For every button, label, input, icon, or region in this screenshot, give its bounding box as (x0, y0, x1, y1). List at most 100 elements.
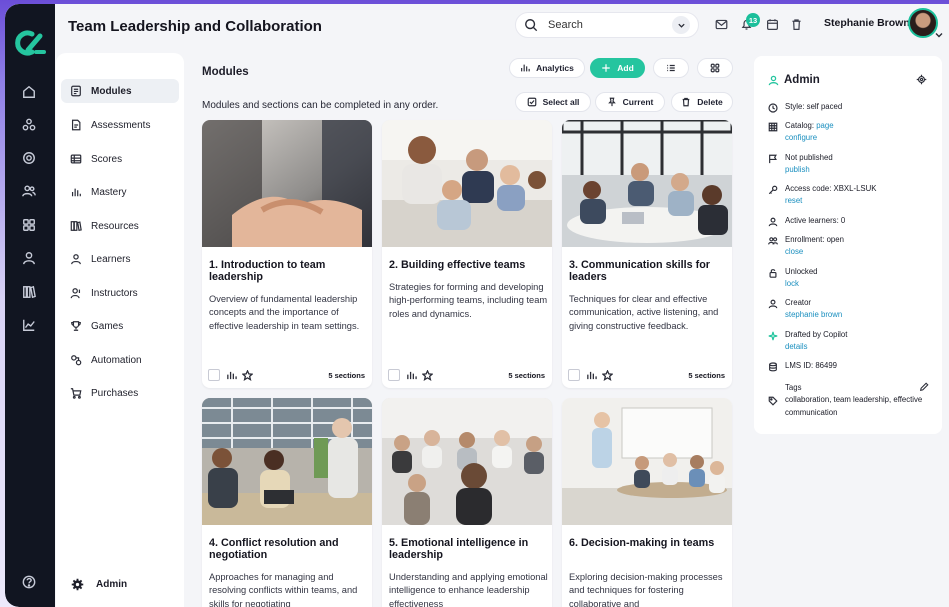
notification-badge: 13 (746, 13, 760, 27)
select-all-button[interactable]: Select all (515, 92, 591, 112)
sidebar-item-scores[interactable]: Scores (61, 147, 179, 171)
lock-link[interactable]: lock (785, 278, 799, 290)
grid-view-button[interactable] (697, 58, 733, 78)
sidebar-item-purchases[interactable]: Purchases (61, 381, 179, 405)
star-icon[interactable] (422, 369, 433, 381)
edit-icon[interactable] (919, 382, 929, 392)
module-card[interactable]: 3. Communication skills for leaders Tech… (562, 120, 732, 388)
module-thumbnail (382, 398, 552, 525)
people-icon[interactable] (18, 180, 40, 202)
star-icon[interactable] (602, 369, 613, 381)
trend-icon[interactable] (18, 314, 40, 336)
home-icon[interactable] (18, 81, 40, 103)
user-name[interactable]: Stephanie Brown (824, 17, 910, 29)
catalog-label: Catalog: (785, 121, 817, 130)
section-count: 5 sections (328, 370, 365, 380)
module-card[interactable]: 5. Emotional intelligence in leadership … (382, 398, 552, 607)
module-title[interactable]: 6. Decision-making in teams (569, 537, 727, 549)
configure-link[interactable]: configure (785, 132, 817, 144)
drafted-text: Drafted by Copilot (785, 330, 848, 339)
module-checkbox[interactable] (208, 369, 220, 381)
app-window: Team Leadership and Collaboration Search… (5, 4, 949, 607)
app-logo[interactable] (12, 28, 48, 58)
sidebar-item-resources[interactable]: Resources (61, 214, 179, 238)
sidebar-item-modules[interactable]: Modules (61, 79, 179, 103)
reset-link[interactable]: reset (785, 195, 802, 207)
analytics-button[interactable]: Analytics (509, 58, 585, 78)
sidebar-item-label: Purchases (91, 387, 139, 399)
apps-icon[interactable] (18, 214, 40, 236)
gear-icon (71, 578, 84, 591)
module-card[interactable]: 4. Conflict resolution and negotiation A… (202, 398, 372, 607)
current-label: Current (622, 97, 654, 107)
instructor-icon (70, 288, 81, 299)
grid-icon (710, 63, 720, 73)
search-dropdown-button[interactable] (672, 16, 690, 34)
module-checkbox[interactable] (388, 369, 400, 381)
bar-chart-icon[interactable] (586, 370, 597, 381)
current-button[interactable]: Current (595, 92, 665, 112)
clock-icon (768, 103, 778, 113)
trash-icon[interactable] (788, 16, 804, 32)
mail-icon[interactable] (713, 16, 729, 32)
add-button[interactable]: Add (590, 58, 645, 78)
sidebar-item-label: Games (91, 320, 124, 332)
module-title[interactable]: 1. Introduction to team leadership (209, 259, 367, 283)
section-count: 5 sections (688, 370, 725, 380)
delete-button[interactable]: Delete (671, 92, 733, 112)
module-description: Overview of fundamental leadership conce… (209, 294, 360, 331)
module-title[interactable]: 2. Building effective teams (389, 259, 547, 271)
list-view-button[interactable] (653, 58, 689, 78)
creator-link[interactable]: stephanie brown (785, 309, 842, 321)
sidebar-item-instructors[interactable]: Instructors (61, 281, 179, 305)
module-description: Understanding and applying emotional int… (389, 572, 548, 607)
module-title[interactable]: 5. Emotional intelligence in leadership (389, 537, 547, 561)
sparkle-icon (768, 331, 778, 341)
flag-icon (769, 154, 777, 164)
tags-list: collaboration, team leadership, effectiv… (785, 395, 923, 417)
help-icon[interactable] (18, 571, 40, 593)
user-icon (71, 254, 81, 265)
trash-icon (682, 97, 690, 107)
library-icon[interactable] (18, 281, 40, 303)
list-icon (667, 64, 675, 72)
sidebar-item-games[interactable]: Games (61, 314, 179, 338)
catalog-page-link[interactable]: page (816, 121, 833, 130)
network-icon[interactable] (18, 114, 40, 136)
table-icon (70, 154, 82, 164)
sidebar-item-label: Resources (91, 220, 139, 232)
publish-link[interactable]: publish (785, 164, 810, 176)
star-icon[interactable] (242, 369, 253, 381)
sidebar-item-label: Mastery (91, 186, 127, 198)
sidebar-item-automation[interactable]: Automation (61, 348, 179, 372)
lms-id-text: LMS ID: 86499 (785, 361, 838, 370)
profile-icon[interactable] (18, 247, 40, 269)
admin-settings-link[interactable]: Admin (71, 578, 127, 591)
module-description: Techniques for clear and effective commu… (569, 294, 719, 331)
sidebar-item-mastery[interactable]: Mastery (61, 180, 179, 204)
module-title[interactable]: 4. Conflict resolution and negotiation (209, 537, 367, 561)
automation-icon (71, 355, 82, 366)
chevron-down-icon[interactable] (934, 30, 944, 40)
admin-label: Admin (96, 579, 128, 590)
module-card[interactable]: 6. Decision-making in teams Exploring de… (562, 398, 732, 607)
module-card[interactable]: 2. Building effective teams Strategies f… (382, 120, 552, 388)
trophy-icon (71, 321, 81, 331)
primary-rail (5, 4, 55, 607)
gear-icon[interactable] (916, 74, 927, 85)
module-title[interactable]: 3. Communication skills for leaders (569, 259, 727, 283)
module-card[interactable]: 1. Introduction to team leadership Overv… (202, 120, 372, 388)
calendar-icon[interactable] (764, 16, 780, 32)
search-input[interactable]: Search (515, 12, 699, 38)
bar-chart-icon[interactable] (226, 370, 237, 381)
target-icon[interactable] (18, 147, 40, 169)
module-checkbox[interactable] (568, 369, 580, 381)
group-icon (768, 237, 778, 245)
sidebar-item-learners[interactable]: Learners (61, 247, 179, 271)
select-all-label: Select all (542, 97, 580, 107)
details-link[interactable]: details (785, 341, 808, 353)
close-enrollment-link[interactable]: close (785, 246, 803, 258)
bar-chart-icon[interactable] (406, 370, 417, 381)
admin-user-icon (768, 75, 779, 86)
sidebar-item-assessments[interactable]: Assessments (61, 113, 179, 137)
